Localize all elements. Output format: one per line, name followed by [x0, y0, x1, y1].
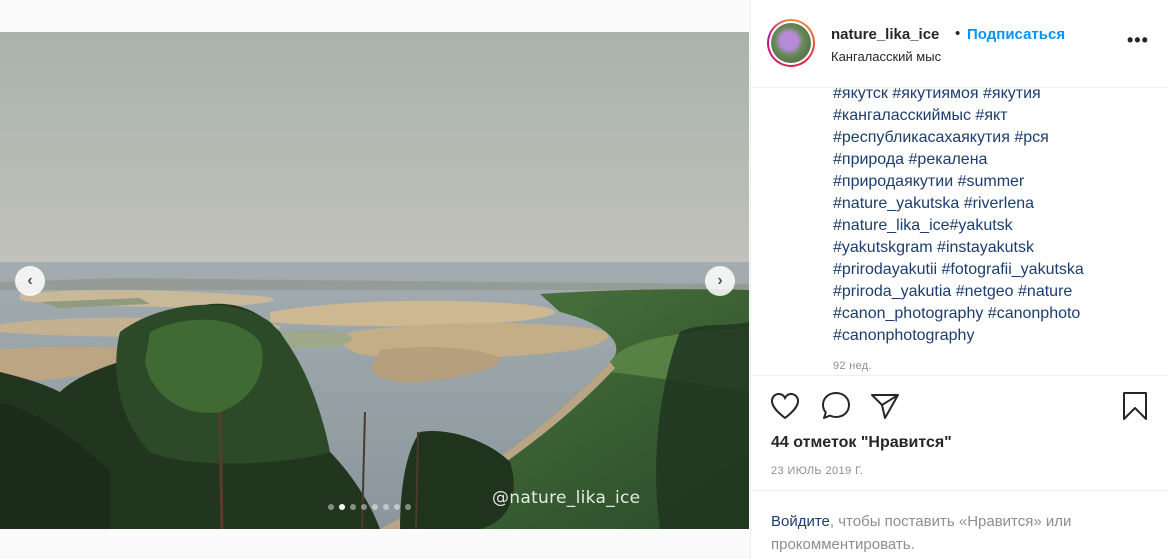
- post-header: nature_lika_ice • Подписаться Кангаласск…: [751, 0, 1169, 88]
- login-text: Войдите, чтобы поставить «Нравится» или …: [771, 510, 1151, 556]
- caption-hashtag-line[interactable]: #priroda_yakutia #netgeo #nature: [833, 281, 1084, 303]
- login-prompt: Войдите, чтобы поставить «Нравится» или …: [751, 490, 1169, 559]
- header-separator: •: [955, 25, 961, 42]
- post-photo[interactable]: ‹ › @nature_lika_ice: [0, 32, 749, 529]
- username-link[interactable]: nature_lika_ice: [831, 26, 939, 43]
- avatar-image: [771, 23, 811, 63]
- post-actions: 44 отметок "Нравится" 23 ИЮЛЬ 2019 Г.: [751, 375, 1169, 487]
- carousel-dot: [394, 504, 400, 510]
- bookmark-icon: [1123, 392, 1147, 420]
- carousel-dot: [383, 504, 389, 510]
- caption-hashtag-line[interactable]: #nature_yakutska #riverlena: [833, 193, 1084, 215]
- more-options-button[interactable]: •••: [1127, 30, 1149, 51]
- carousel-dot: [350, 504, 356, 510]
- caption-hashtag-line[interactable]: #canon_photography #canonphoto: [833, 303, 1084, 325]
- photo-watermark: @nature_lika_ice: [492, 488, 641, 508]
- carousel-next-button[interactable]: ›: [705, 266, 735, 296]
- caption-hashtag-line[interactable]: #prirodayakutii #fotografii_yakutska: [833, 259, 1084, 281]
- login-link[interactable]: Войдите: [771, 513, 830, 530]
- chevron-right-icon: ›: [717, 272, 723, 289]
- avatar-frame: [769, 21, 813, 65]
- location-link[interactable]: Кангаласский мыс: [831, 49, 941, 64]
- caption-scroll-area[interactable]: #якутск #якутиямоя #якутия #кангаласскийм…: [751, 88, 1169, 372]
- like-button[interactable]: [768, 389, 802, 423]
- caption-hashtag-line[interactable]: #nature_lika_ice#yakutsk: [833, 215, 1084, 237]
- carousel-dot: [372, 504, 378, 510]
- avatar[interactable]: [767, 19, 815, 67]
- caption-hashtag-line[interactable]: #yakutskgram #instayakutsk: [833, 237, 1084, 259]
- caption-hashtag-line[interactable]: #canonphotography: [833, 325, 1084, 347]
- carousel-dot: [328, 504, 334, 510]
- follow-button[interactable]: Подписаться: [967, 26, 1065, 43]
- caption-text: #якутск #якутиямоя #якутия #кангаласскийм…: [833, 88, 1084, 347]
- carousel-indicator: [328, 504, 411, 510]
- landscape-photo: [0, 32, 749, 529]
- chevron-left-icon: ‹: [27, 272, 33, 289]
- comment-icon: [822, 392, 850, 419]
- caption-hashtag-line[interactable]: #природаякутии #summer: [833, 171, 1084, 193]
- comment-button[interactable]: [819, 389, 853, 423]
- caption-hashtag-line[interactable]: #природа #рекалена: [833, 149, 1084, 171]
- carousel-dot: [361, 504, 367, 510]
- post-date: 23 ИЮЛЬ 2019 Г.: [771, 465, 864, 477]
- carousel-dot: [405, 504, 411, 510]
- share-button[interactable]: [868, 389, 902, 423]
- carousel-dot: [339, 504, 345, 510]
- caption-hashtag-line[interactable]: #якутск #якутиямоя #якутия: [833, 88, 1084, 105]
- carousel-prev-button[interactable]: ‹: [15, 266, 45, 296]
- post-sidebar: nature_lika_ice • Подписаться Кангаласск…: [750, 0, 1169, 559]
- likes-count[interactable]: 44 отметок "Нравится": [771, 434, 952, 452]
- paper-plane-icon: [871, 394, 899, 419]
- save-button[interactable]: [1118, 389, 1152, 423]
- instagram-post: ‹ › @nature_lika_ice nature_lika_ice • П…: [0, 0, 1169, 559]
- heart-icon: [770, 392, 800, 420]
- caption-timestamp: 92 нед.: [833, 360, 872, 372]
- caption-hashtag-line[interactable]: #республикасахаякутия #рся: [833, 127, 1084, 149]
- caption-hashtag-line[interactable]: #кангаласскиймыс #якт: [833, 105, 1084, 127]
